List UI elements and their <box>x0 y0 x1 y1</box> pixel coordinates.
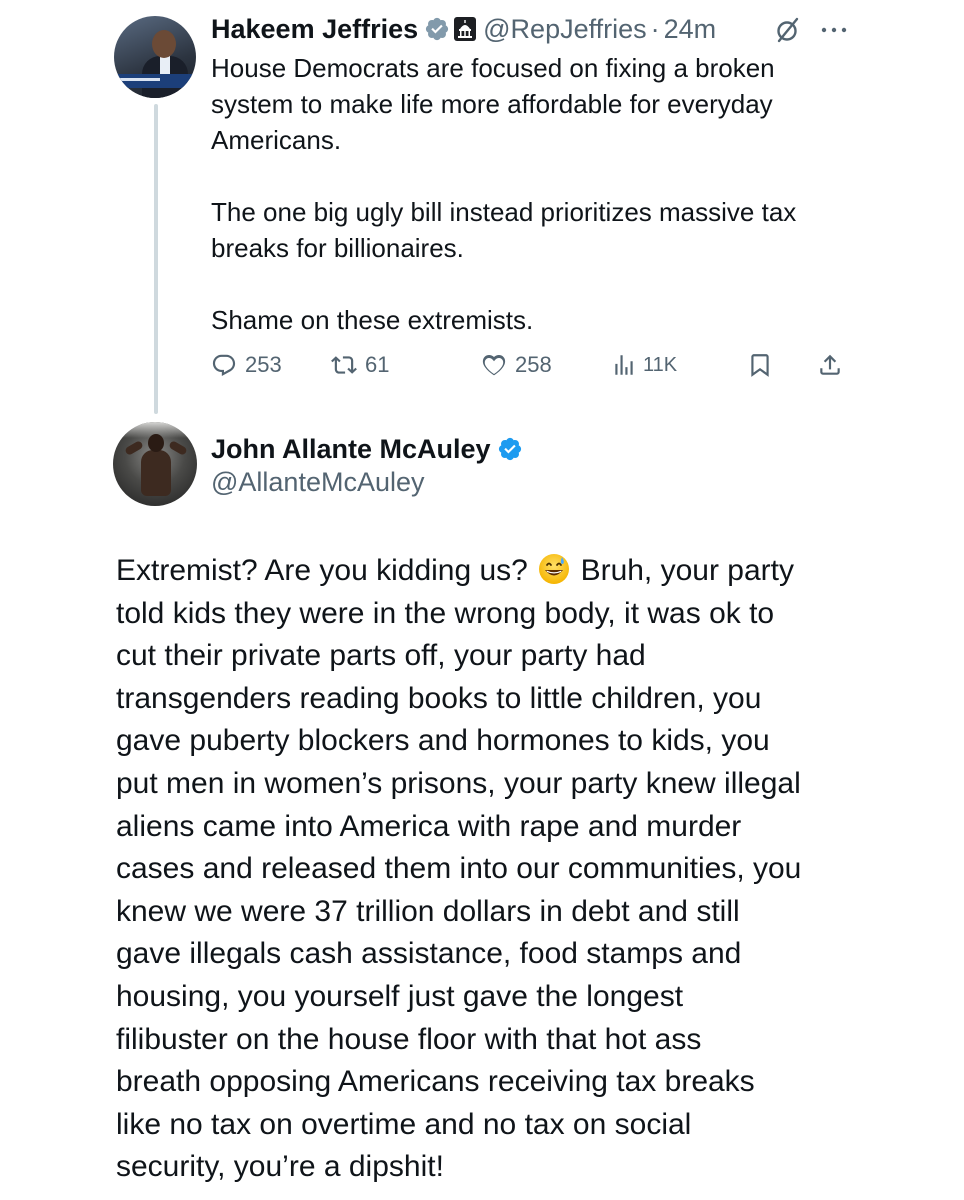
text-segment: Extremist? Are you kidding us? <box>116 554 528 587</box>
time-separator: · <box>650 13 660 44</box>
tweet-timestamp[interactable]: 24m <box>664 14 717 45</box>
text-line: told kids they were in the wrong body, i… <box>116 596 775 630</box>
author-handle[interactable]: @AllanteMcAuley <box>211 464 425 500</box>
share-icon <box>817 352 843 378</box>
reply-button[interactable]: 253 <box>211 345 282 385</box>
avatar-hakeem-jeffries[interactable] <box>114 16 196 98</box>
reply-icon <box>211 352 237 378</box>
text-line: gave puberty blockers and hormones to ki… <box>116 724 770 758</box>
views-count: 11K <box>643 353 678 376</box>
text-line: cases and released them into our communi… <box>116 852 802 886</box>
text-line: cut their private parts off, your party … <box>116 639 646 673</box>
text-line: housing, you yourself just gave the long… <box>116 979 684 1013</box>
views-chart-icon <box>611 352 637 378</box>
text-line: system to make life more affordable for … <box>211 89 773 119</box>
grinning-sweat-emoji-icon <box>538 553 570 585</box>
text-line: Americans. <box>211 125 342 155</box>
verified-badge-icon <box>497 436 523 462</box>
tweet-paragraph: Shame on these extremists. <box>211 302 861 338</box>
author-display-name[interactable]: John Allante McAuley <box>211 434 491 465</box>
text-line: knew we were 37 trillion dollars in debt… <box>116 894 740 928</box>
text-line: filibuster on the house floor with that … <box>116 1022 702 1056</box>
text-segment: Bruh, your party <box>580 554 794 587</box>
verified-badge-icon <box>424 16 450 42</box>
tweet-paragraph: The one big ugly bill instead prioritize… <box>211 194 861 266</box>
author-handle[interactable]: @RepJeffries <box>483 14 646 45</box>
tweet-header: Hakeem Jeffries @RepJeffries · 24m <box>211 12 716 46</box>
heart-icon <box>481 352 507 378</box>
text-line: House Democrats are focused on fixing a … <box>211 53 775 83</box>
text-line: transgenders reading books to little chi… <box>116 681 762 715</box>
text-line: Shame on these extremists. <box>211 305 534 335</box>
tweet-action-bar: 253 61 258 11K <box>211 345 851 385</box>
tweet-paragraph: House Democrats are focused on fixing a … <box>211 50 861 158</box>
capitol-building-icon <box>454 17 477 41</box>
text-line: security, you’re a dipshit! <box>116 1150 444 1184</box>
more-options-icon[interactable] <box>818 20 850 40</box>
reply-count: 253 <box>245 352 282 377</box>
original-tweet: Hakeem Jeffries @RepJeffries · 24m House… <box>0 0 964 420</box>
bookmark-icon <box>747 352 773 378</box>
avatar-allante-mcauley[interactable] <box>113 422 197 506</box>
reply-body-text: Extremist? Are you kidding us? Bruh, you… <box>116 550 856 1189</box>
text-line: put men in women’s prisons, your party k… <box>116 766 801 800</box>
grok-icon[interactable] <box>774 16 802 44</box>
text-line: breaks for billionaires. <box>211 233 464 263</box>
text-line: The one big ugly bill instead prioritize… <box>211 197 797 227</box>
text-line: gave illegals cash assistance, food stam… <box>116 937 742 971</box>
author-display-name[interactable]: Hakeem Jeffries <box>211 14 418 45</box>
tweet-body-text: House Democrats are focused on fixing a … <box>211 50 861 338</box>
repost-icon <box>331 352 357 378</box>
repost-count: 61 <box>365 352 390 377</box>
text-line: Extremist? Are you kidding us? Bruh, you… <box>116 550 856 593</box>
text-line: breath opposing Americans receiving tax … <box>116 1065 755 1099</box>
text-line: like no tax on overtime and no tax on so… <box>116 1107 692 1141</box>
bookmark-button[interactable] <box>747 345 773 385</box>
repost-button[interactable]: 61 <box>331 345 389 385</box>
share-button[interactable] <box>817 345 843 385</box>
thread-connector-line <box>154 104 158 414</box>
like-button[interactable]: 258 <box>481 345 552 385</box>
text-line: aliens came into America with rape and m… <box>116 809 742 843</box>
like-count: 258 <box>515 352 552 377</box>
reply-header: John Allante McAuley <box>211 432 523 466</box>
views-button[interactable]: 11K <box>611 345 677 385</box>
